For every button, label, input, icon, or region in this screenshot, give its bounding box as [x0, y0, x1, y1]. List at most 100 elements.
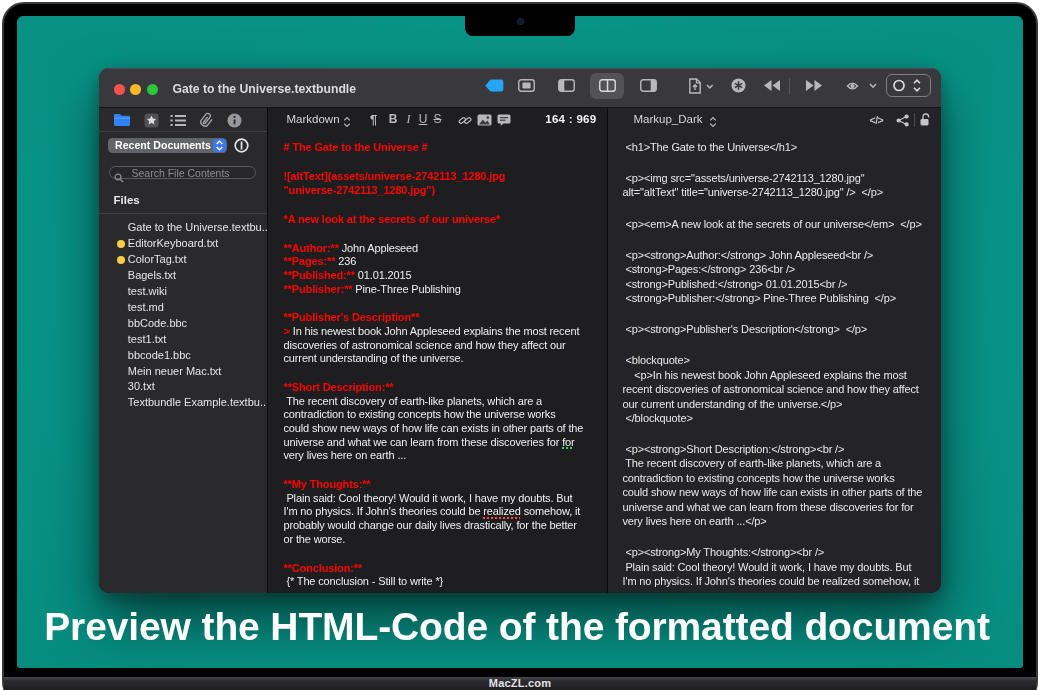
file-item[interactable]: Gate to the Universe.textbu... [99, 220, 267, 236]
recent-documents-popup[interactable]: Recent Documents [108, 138, 227, 153]
file-item[interactable]: EditorKeyboard.txt [99, 236, 267, 252]
editor-line: **Publisher:** Pine-Three Publishing [284, 283, 601, 297]
camera-icon [518, 19, 523, 24]
editor-blank-line [284, 197, 601, 212]
export-button[interactable] [685, 73, 717, 99]
editor-line: **Conclusion:** [284, 562, 601, 576]
bold-button[interactable]: B [385, 108, 401, 132]
editor-blank-line [284, 546, 601, 561]
close-button[interactable] [114, 84, 125, 95]
list-icon [170, 114, 186, 127]
sidebar-tab-outline[interactable] [167, 111, 189, 129]
zoom-button[interactable] [147, 84, 158, 95]
file-item[interactable]: Bagels.txt [99, 268, 267, 284]
comment-button[interactable] [497, 112, 511, 128]
file-item[interactable]: test.md [99, 300, 267, 316]
sidebar-tab-files[interactable] [111, 111, 133, 129]
preview-line: contradiction to existing concepts how t… [623, 471, 938, 485]
editor-line: discoveries of astronomical science and … [284, 339, 601, 353]
preview-line: <p>In his newest book John Appleseed exp… [623, 368, 938, 382]
view-sidebar-left-button[interactable] [554, 73, 578, 99]
macbook-hinge: MacZL.com [4, 677, 1036, 690]
code-icon: </> [870, 114, 884, 126]
search-input[interactable]: Search File Contents [109, 166, 256, 180]
markup-stepper-icon[interactable] [709, 114, 717, 132]
skip-forward-icon [805, 79, 824, 92]
window-titlebar[interactable]: Gate to the Universe.textbundle [99, 68, 941, 109]
editor-pane: Markdown ¶ B I U S [268, 108, 607, 593]
tag-icon [485, 79, 504, 92]
editor-preview-divider[interactable] [607, 108, 608, 593]
paragraph-button[interactable]: ¶ [366, 108, 382, 132]
redo-button[interactable] [801, 73, 827, 99]
view-sidebar-right-button[interactable] [637, 73, 661, 99]
file-item[interactable]: test1.txt [99, 332, 267, 348]
file-name: test.md [128, 300, 164, 316]
toolbar-separator [789, 78, 790, 94]
paperclip-icon [199, 112, 213, 128]
file-name: bbCode.bbc [128, 316, 187, 332]
preview-line: could show new ways of how life can exis… [623, 485, 938, 499]
editor-line: could show new ways of how life can exis… [284, 422, 601, 436]
skip-back-icon [762, 79, 781, 92]
markup-style-popup[interactable]: Markup_Dark [634, 108, 703, 132]
file-item[interactable]: bbcode1.bbc [99, 348, 267, 364]
editor-line: ![altText](assets/universe-2742113_1280.… [284, 170, 601, 184]
file-item[interactable]: Textbundle Example.textbu... [99, 395, 267, 411]
sidebar-tab-attachments[interactable] [195, 111, 217, 129]
lock-button[interactable] [919, 112, 932, 128]
tag-button[interactable] [482, 73, 506, 99]
editor-content[interactable]: # The Gate to the Universe #![altText](a… [268, 132, 607, 593]
link-icon [458, 114, 472, 127]
editor-blank-line [284, 155, 601, 170]
editor-blank-line [284, 226, 601, 241]
editor-blank-line [284, 463, 601, 478]
preview-line: <blockquote> [623, 353, 938, 367]
editor-blank-line [284, 366, 601, 381]
editor-line: current understanding of the universe. [284, 352, 601, 366]
comment-icon [497, 114, 511, 127]
view-single-button[interactable] [514, 73, 538, 99]
preview-line: The recent discovery of earth-like plane… [623, 456, 938, 470]
preview-line: </blockquote> [623, 411, 938, 425]
star-square-icon [144, 113, 159, 128]
link-button[interactable] [458, 112, 472, 128]
sidebar-editor-divider[interactable] [267, 108, 268, 593]
preview-blank-line [623, 529, 938, 546]
file-item[interactable]: bbCode.bbc [99, 316, 267, 332]
file-name: bbcode1.bbc [128, 348, 191, 364]
undo-button[interactable] [758, 73, 784, 99]
preview-line: our current understanding of the univers… [623, 397, 938, 411]
share-button[interactable] [896, 112, 909, 128]
file-name: test1.txt [128, 332, 167, 348]
preview-line: alt="altText" title="universe-2742113_12… [623, 185, 938, 199]
strikethrough-button[interactable]: S [430, 108, 446, 132]
editor-line: Plain said: Cool theory! Would it work, … [284, 492, 601, 506]
view-sidebar-left-icon [558, 79, 575, 92]
file-item[interactable]: 30.txt [99, 379, 267, 395]
ring-stepper-control[interactable] [886, 74, 931, 97]
format-stepper-icon[interactable] [343, 114, 351, 132]
code-view-button[interactable]: </> [870, 112, 884, 128]
sidebar-tab-info[interactable] [223, 111, 245, 129]
preview-line: recent discoveries of astronomical scien… [623, 382, 938, 396]
file-item[interactable]: ColorTag.txt [99, 252, 267, 268]
insert-image-button[interactable] [477, 112, 492, 128]
toggle-sort-button[interactable] [234, 138, 249, 153]
editor-header: Markdown ¶ B I U S [268, 108, 607, 132]
settings-button[interactable] [726, 73, 750, 99]
view-split-icon [599, 79, 616, 92]
share-icon [896, 114, 909, 127]
view-split-button[interactable] [590, 73, 624, 99]
file-item[interactable]: Mein neuer Mac.txt [99, 364, 267, 380]
sidebar-tab-favorites[interactable] [141, 111, 163, 129]
preview-options-button[interactable] [843, 73, 881, 99]
file-name: EditorKeyboard.txt [128, 236, 219, 252]
markdown-format-popup[interactable]: Markdown [287, 108, 340, 132]
preview-blank-line [623, 425, 938, 442]
preview-line: <h1>The Gate to the Universe</h1> [623, 140, 938, 154]
minimize-button[interactable] [130, 84, 141, 95]
file-item[interactable]: test.wiki [99, 284, 267, 300]
preview-header-separator [914, 113, 915, 127]
preview-header: Markup_Dark </> [608, 108, 942, 132]
